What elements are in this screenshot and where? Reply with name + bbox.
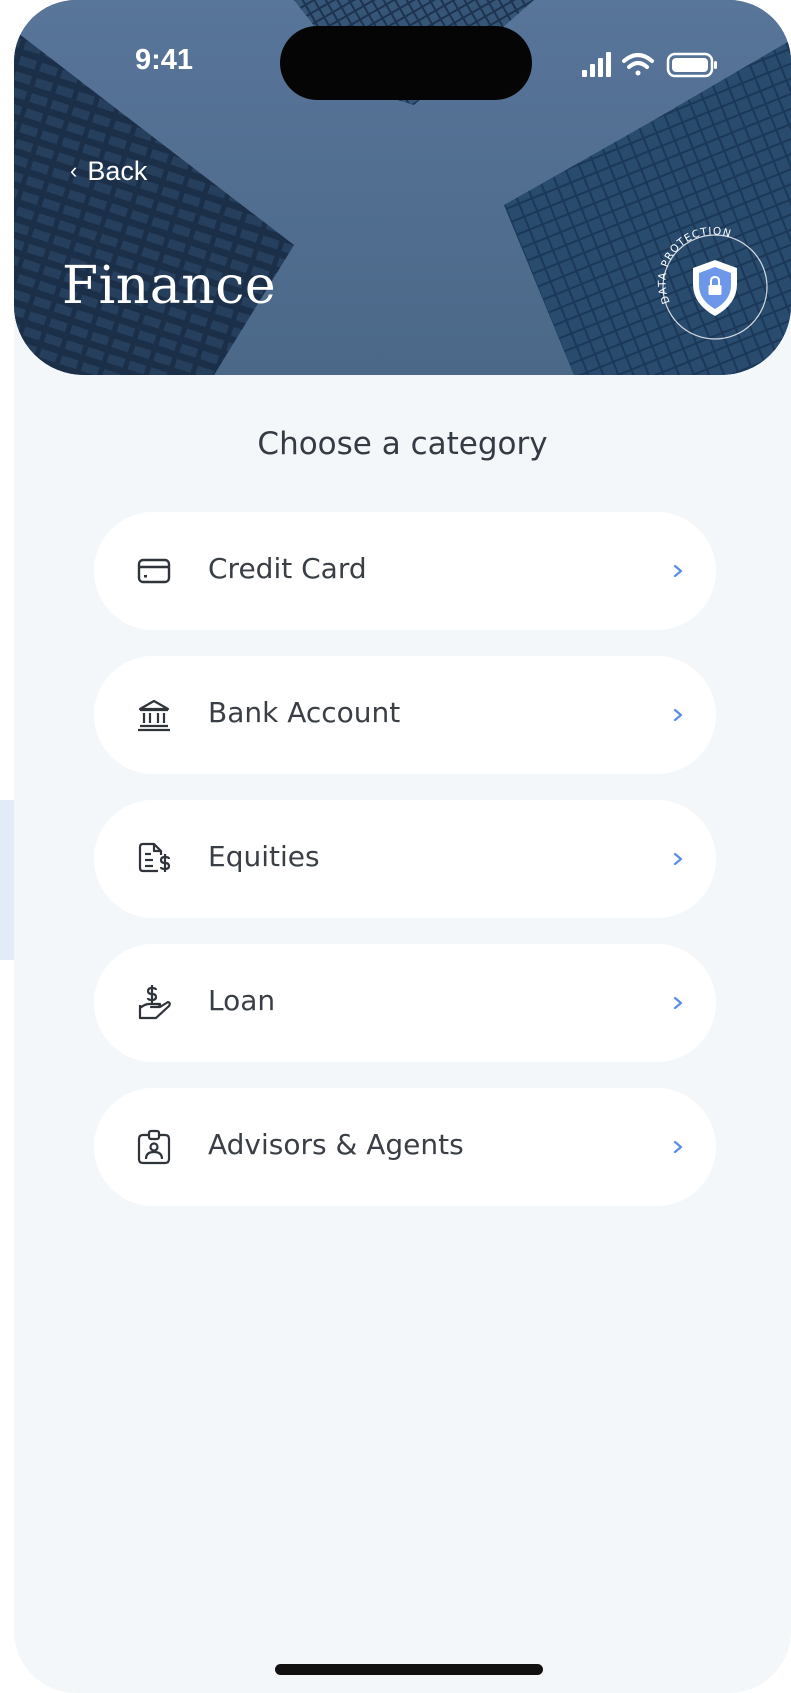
wifi-icon <box>622 53 654 76</box>
status-time: 9:41 <box>134 44 194 76</box>
chevron-right-icon <box>673 852 683 866</box>
category-label: Credit Card <box>208 552 367 585</box>
header-banner: 9:41 ‹ Back Finance DATA PROTECTION <box>14 0 791 375</box>
back-label: Back <box>87 156 148 186</box>
category-label: Advisors & Agents <box>208 1128 464 1161</box>
equities-icon <box>138 842 171 873</box>
home-indicator[interactable] <box>275 1664 543 1675</box>
chevron-right-icon <box>673 708 683 722</box>
back-button[interactable]: ‹ Back <box>70 156 147 187</box>
category-item-loan[interactable]: Loan <box>94 944 716 1062</box>
loan-hand-icon <box>138 985 171 1020</box>
category-item-equities[interactable]: Equities <box>94 800 716 918</box>
category-item-bank-account[interactable]: Bank Account <box>94 656 716 774</box>
category-list: Credit Card Bank Account Equities Loan A… <box>94 512 716 1232</box>
phone-screen: 9:41 ‹ Back Finance DATA PROTECTION Choo… <box>14 0 791 1693</box>
category-heading: Choose a category <box>257 426 548 462</box>
signal-icon <box>582 52 611 77</box>
category-label: Equities <box>208 840 320 873</box>
category-item-credit-card[interactable]: Credit Card <box>94 512 716 630</box>
chevron-right-icon <box>673 996 683 1010</box>
dynamic-island <box>280 26 532 100</box>
agent-badge-icon <box>137 1129 171 1165</box>
battery-icon <box>666 52 717 78</box>
credit-card-icon <box>137 558 171 584</box>
chevron-left-icon: ‹ <box>70 157 78 183</box>
chevron-right-icon <box>673 564 683 578</box>
category-item-advisors-agents[interactable]: Advisors & Agents <box>94 1088 716 1206</box>
shield-lock-icon <box>693 260 737 316</box>
page-title: Finance <box>62 256 277 316</box>
category-label: Loan <box>208 984 276 1017</box>
data-protection-badge: DATA PROTECTION <box>656 225 768 340</box>
chevron-right-icon <box>673 1140 683 1154</box>
bank-icon <box>138 699 170 732</box>
status-icons <box>582 52 717 78</box>
category-label: Bank Account <box>208 696 401 729</box>
